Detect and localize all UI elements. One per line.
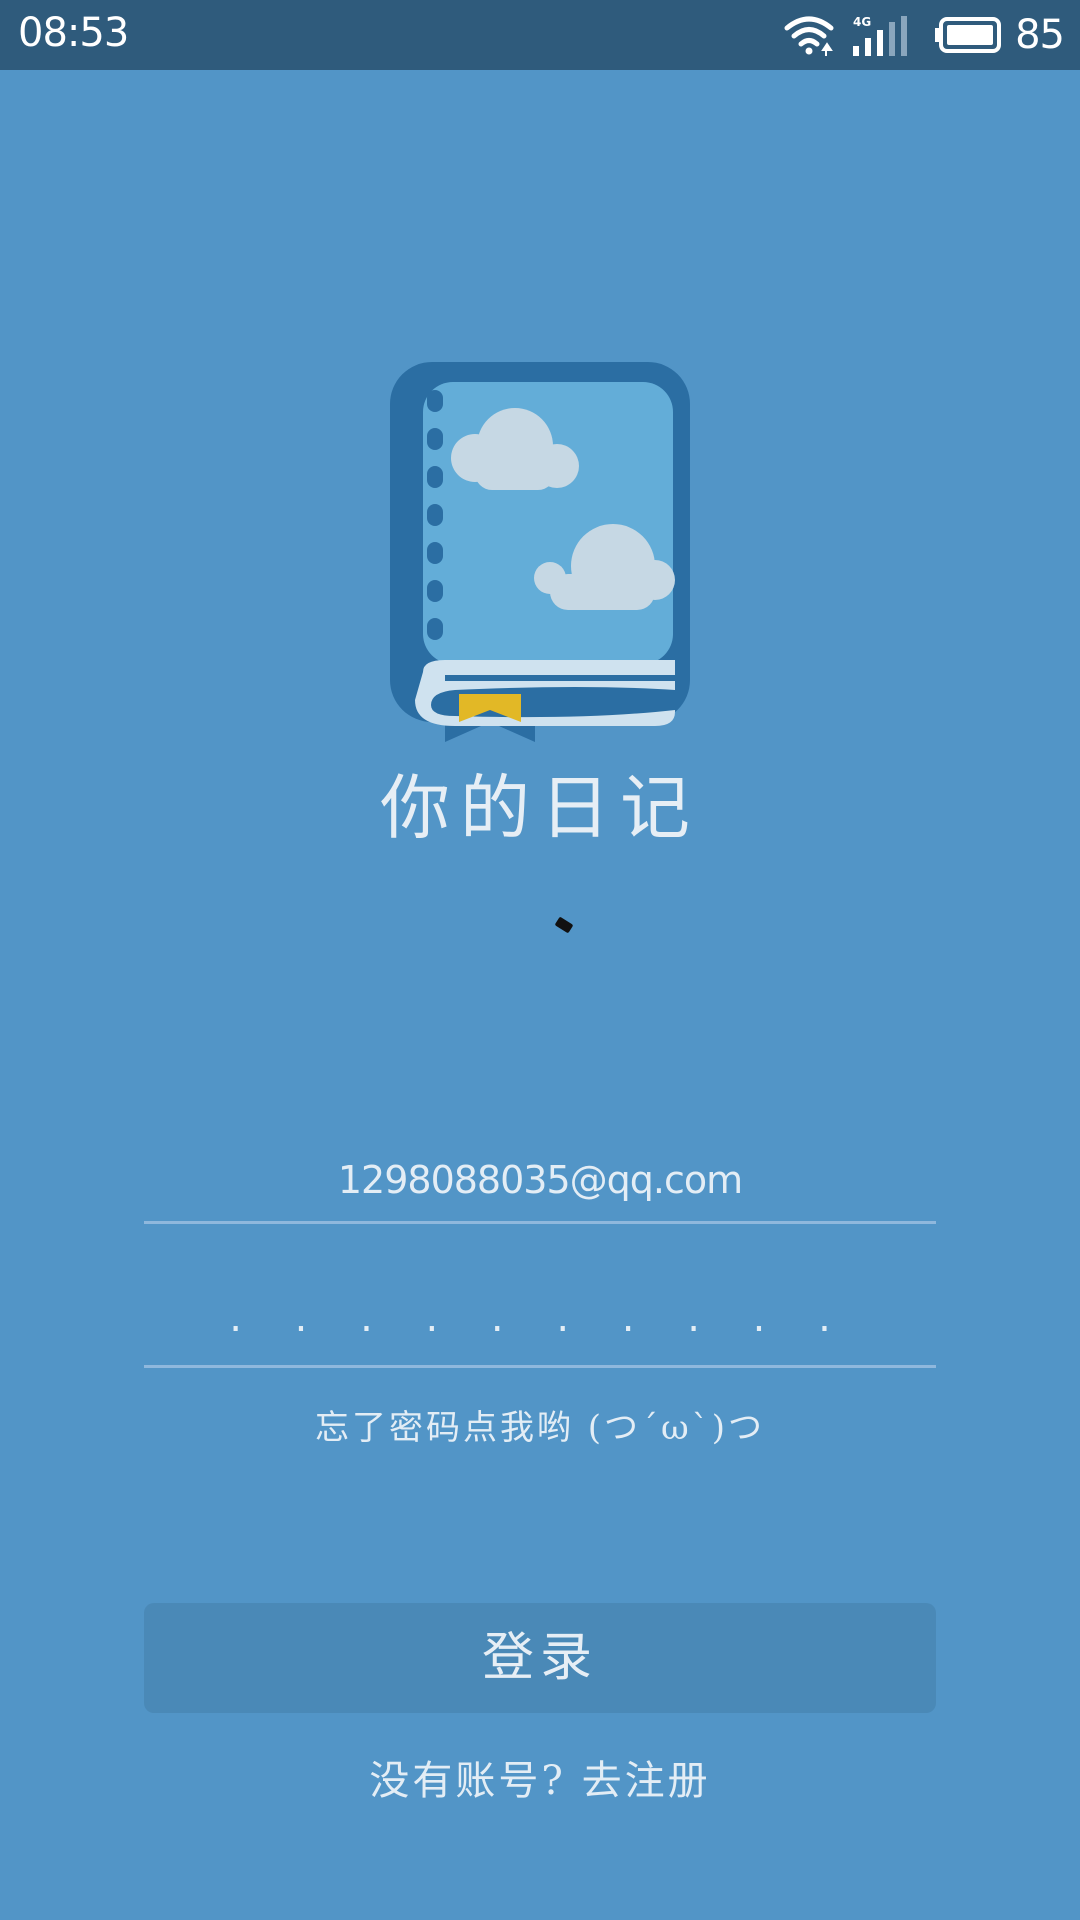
battery-icon	[935, 17, 1002, 53]
status-icons: 4G 85	[783, 10, 1065, 60]
battery-percentage: 85	[1015, 12, 1065, 58]
status-bar: 08:53 4G 85	[0, 0, 1080, 70]
login-button[interactable]: 登录	[144, 1603, 936, 1713]
wifi-icon	[784, 16, 834, 56]
diary-book-icon	[390, 362, 690, 742]
register-link[interactable]: 没有账号? 去注册	[0, 1748, 1080, 1806]
forgot-password-link[interactable]: 忘了密码点我哟 (つ´ω`)つ	[0, 1400, 1080, 1449]
app-title: 你的日记	[380, 767, 700, 849]
password-field[interactable]: . . . . . . . . . .	[144, 1278, 936, 1358]
email-underline	[144, 1221, 936, 1224]
password-underline	[144, 1365, 936, 1368]
signal-icon: 4G	[853, 15, 908, 56]
email-field[interactable]: 1298088035@qq.com	[144, 1140, 936, 1220]
status-time: 08:53	[18, 10, 129, 56]
network-type-label: 4G	[853, 15, 871, 29]
stray-mark	[554, 916, 574, 934]
